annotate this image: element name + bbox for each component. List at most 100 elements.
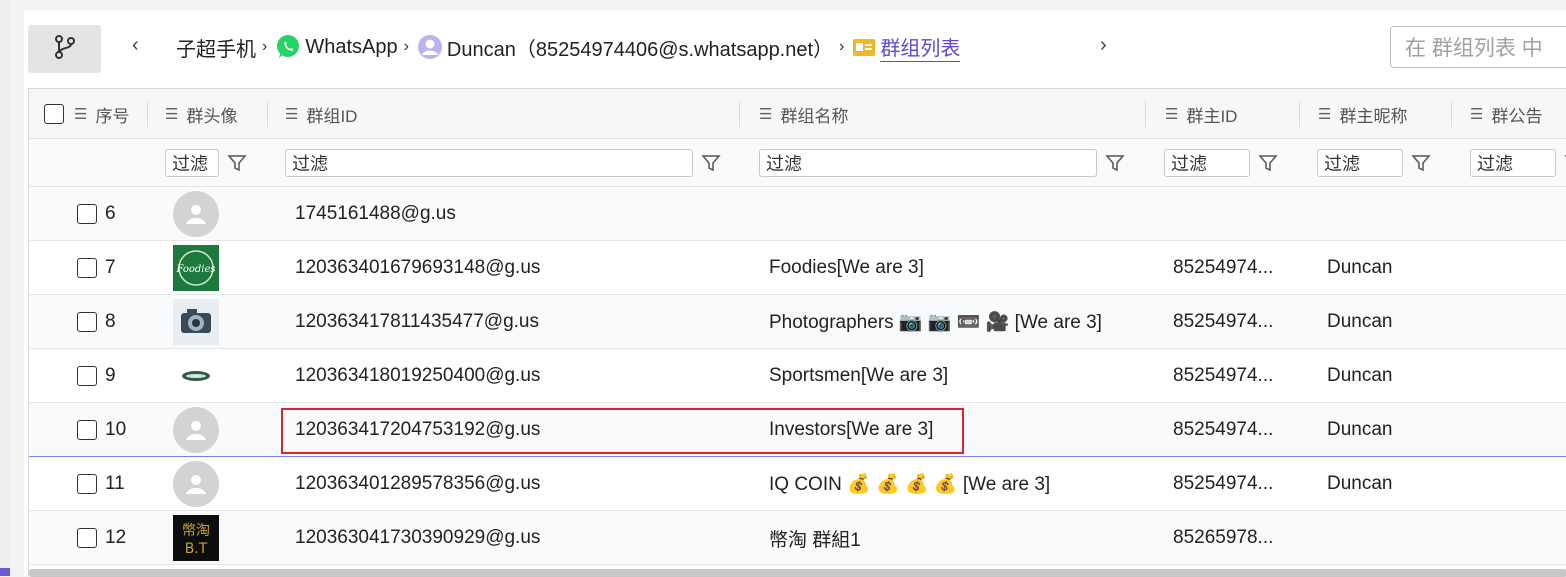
search-input[interactable]: 在 群组列表 中 [1390,26,1566,68]
filter-group-id: 过滤 [285,148,721,178]
filter-input[interactable]: 过滤 [165,149,219,177]
group-id: 120363401289578356@g.us [295,473,541,494]
row-number: 8 [105,311,116,332]
column-label: 序号 [95,106,130,126]
owner-nick: Duncan [1327,365,1393,386]
avatar-cell [173,187,219,241]
table-row[interactable]: 11 120363401289578356@g.us IQ COIN 💰 💰 💰… [29,457,1566,511]
row-checkbox[interactable] [77,474,97,494]
main-panel: ‹ 子超手机 › WhatsApp › Duncan（85254974406@s… [24,10,1566,577]
default-avatar-icon [173,461,219,507]
column-label: 群头像 [186,106,238,126]
row-index: 6 [77,187,116,241]
bt-avatar-text-bottom: B.T [185,541,208,557]
column-divider[interactable] [147,101,148,127]
group-id: 120363041730390929@g.us [295,527,541,548]
breadcrumb-device[interactable]: 子超手机 [176,33,256,62]
column-header-announcement[interactable]: ☰ 群公告 [1470,89,1542,139]
row-number: 10 [105,419,127,440]
row-number: 6 [105,203,116,224]
default-avatar-icon [173,407,219,453]
filter-input[interactable]: 过滤 [285,149,693,177]
column-divider[interactable] [1451,101,1452,127]
owner-id: 85254974... [1173,473,1274,494]
owner-nick: Duncan [1327,473,1393,494]
user-circle-icon [417,34,443,60]
breadcrumb-group-list[interactable]: 群组列表 [852,32,961,62]
table-row[interactable]: 9 120363418019250400@g.us Sportsmen[We a… [29,349,1566,403]
branch-button[interactable] [28,25,101,73]
column-label: 群主ID [1186,106,1238,126]
back-button[interactable]: ‹ [132,34,139,57]
funnel-icon[interactable] [227,153,247,173]
row-number: 12 [105,527,127,548]
row-checkbox[interactable] [77,312,97,332]
column-header-avatar[interactable]: ☰ 群头像 [165,89,237,139]
bt-avatar-text-top: 幣淘 [182,523,210,539]
column-header-owner-nick[interactable]: ☰ 群主昵称 [1318,89,1407,139]
column-header-owner-id[interactable]: ☰ 群主ID [1165,89,1237,139]
row-index: 7 [77,241,116,295]
breadcrumb-account-label: Duncan（85254974406@s.whatsapp.net） [446,38,834,61]
group-name: Foodies[We are 3] [769,257,924,278]
row-checkbox[interactable] [77,420,97,440]
column-header-group-name[interactable]: ☰ 群组名称 [759,89,848,139]
filter-owner-id: 过滤 [1164,148,1278,178]
row-checkbox[interactable] [77,528,97,548]
bt-avatar: 幣淘 B.T [173,515,219,561]
breadcrumb-account[interactable]: Duncan（85254974406@s.whatsapp.net） [417,33,833,62]
funnel-icon[interactable] [1411,153,1431,173]
chevron-right-icon: › [839,38,845,55]
row-checkbox[interactable] [77,258,97,278]
group-id: 120363401679693148@g.us [295,257,541,278]
table-row[interactable]: 12 幣淘 B.T 120363041730390929@g.us 幣淘 群組1… [29,511,1566,565]
table-row[interactable]: 6 1745161488@g.us [29,187,1566,241]
select-all-checkbox[interactable] [44,104,64,124]
list-lines-icon: ☰ [165,106,179,123]
default-avatar-icon [173,191,219,237]
list-lines-icon: ☰ [1318,106,1332,123]
row-index: 8 [77,295,116,349]
row-number: 11 [105,473,125,494]
breadcrumb-app[interactable]: WhatsApp [275,34,398,60]
filter-row: 过滤 过滤 过滤 过滤 过滤 过滤 [29,139,1566,187]
funnel-icon[interactable] [701,153,721,173]
breadcrumb-device-label: 子超手机 [176,38,256,61]
row-index: 9 [77,349,116,403]
list-lines-icon: ☰ [759,106,773,123]
app-window: ‹ 子超手机 › WhatsApp › Duncan（85254974406@s… [0,0,1566,577]
filter-input[interactable]: 过滤 [1470,149,1556,177]
row-checkbox[interactable] [77,366,97,386]
filter-input[interactable]: 过滤 [1317,149,1403,177]
git-branch-icon [52,34,78,65]
forward-button[interactable]: › [1100,34,1107,57]
table-header: ☰ 序号 ☰ 群头像 ☰ 群组ID ☰ 群组名称 ☰ 群主ID ☰ 群主昵称 ☰… [29,89,1566,139]
funnel-icon[interactable] [1105,153,1125,173]
filter-input[interactable]: 过滤 [1164,149,1250,177]
column-divider[interactable] [1299,101,1300,127]
group-id: 120363417811435477@g.us [295,311,539,332]
breadcrumb-app-label: WhatsApp [305,35,398,58]
table-row[interactable]: 7 Foodies 120363401679693148@g.us Foodie… [29,241,1566,295]
foodies-avatar-text: Foodies [175,264,215,275]
list-lines-icon: ☰ [285,106,299,123]
filter-input[interactable]: 过滤 [759,149,1097,177]
whatsapp-icon [275,34,301,60]
filter-announcement: 过滤 [1470,148,1566,178]
column-divider[interactable] [1145,101,1146,127]
column-header-index[interactable]: ☰ 序号 [44,89,129,139]
column-divider[interactable] [267,101,268,127]
column-header-group-id[interactable]: ☰ 群组ID [285,89,357,139]
row-checkbox[interactable] [77,204,97,224]
row-number: 9 [105,365,116,386]
filter-owner-nick: 过滤 [1317,148,1431,178]
group-name: Photographers 📷 📷 📼 🎥 [We are 3] [769,312,1102,333]
funnel-icon[interactable] [1258,153,1278,173]
avatar-cell [173,403,219,457]
avatar-cell: Foodies [173,241,219,295]
row-index: 11 [77,457,125,511]
owner-id: 85254974... [1173,311,1274,332]
column-divider[interactable] [739,101,740,127]
avatar-cell [173,457,219,511]
table-row[interactable]: 8 120363417811435477@g.us Photographers … [29,295,1566,349]
